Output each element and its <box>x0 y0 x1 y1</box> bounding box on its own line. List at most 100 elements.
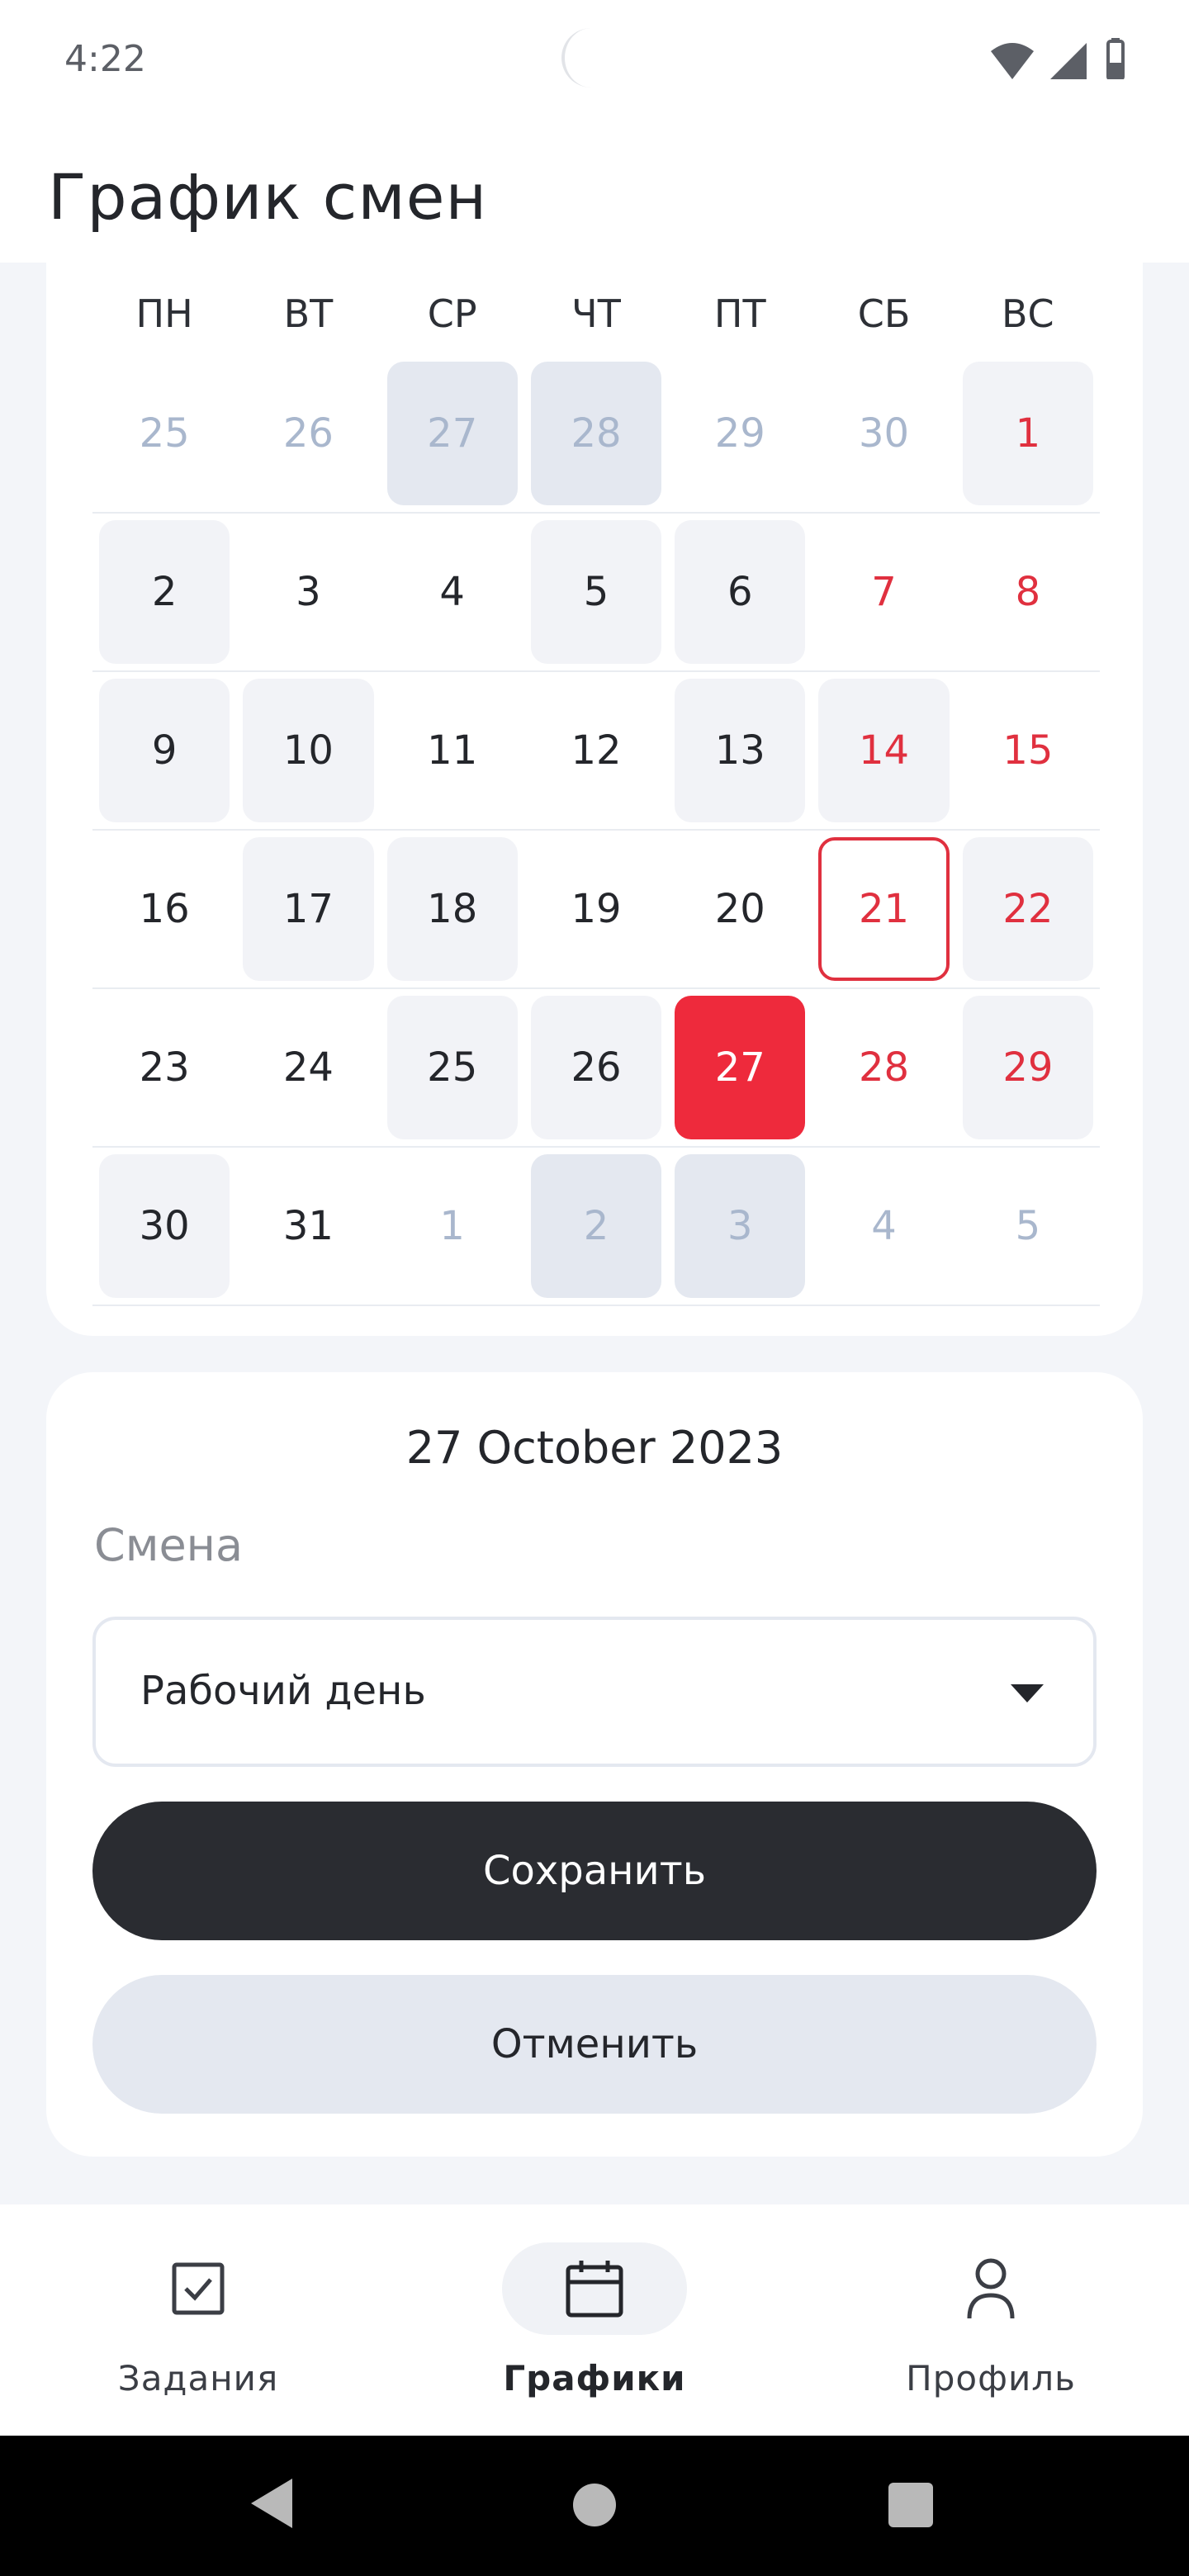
day-number: 11 <box>427 727 478 774</box>
cancel-button[interactable]: Отменить <box>92 1975 1097 2114</box>
day-number: 28 <box>859 1044 910 1091</box>
day-number: 8 <box>1015 569 1041 615</box>
calendar-day-cell[interactable]: 9 <box>92 672 236 829</box>
calendar-day-cell[interactable]: 3 <box>668 1148 812 1305</box>
day-number: 19 <box>571 886 622 932</box>
save-button[interactable]: Сохранить <box>92 1802 1097 1940</box>
cellular-signal-icon <box>1050 43 1087 79</box>
calendar-day-cell[interactable]: 28 <box>524 355 668 512</box>
calendar-day-cell[interactable]: 27 <box>381 355 524 512</box>
calendar-day-cell[interactable]: 20 <box>668 831 812 987</box>
calendar-week-row: 2 3 4 5 6 7 8 <box>92 514 1100 672</box>
day-number: 15 <box>1002 727 1054 774</box>
calendar-day-cell[interactable]: 28 <box>812 989 955 1146</box>
calendar-day-cell[interactable]: 22 <box>956 831 1100 987</box>
shift-editor-card: 27 October 2023 Смена Рабочий день Сохра… <box>46 1372 1143 2157</box>
home-icon[interactable] <box>573 2484 616 2526</box>
day-number: 22 <box>1002 886 1054 932</box>
calendar-day-cell[interactable]: 30 <box>812 355 955 512</box>
calendar-day-cell[interactable]: 3 <box>236 514 380 670</box>
calendar-day-cell[interactable]: 4 <box>812 1148 955 1305</box>
nav-label-tasks: Задания <box>117 2358 279 2398</box>
day-number: 30 <box>859 410 910 457</box>
day-number: 27 <box>427 410 478 457</box>
back-icon[interactable] <box>251 2479 292 2528</box>
calendar-day-cell[interactable]: 30 <box>92 1148 236 1305</box>
calendar-day-cell[interactable]: 11 <box>381 672 524 829</box>
calendar-day-cell[interactable]: 15 <box>956 672 1100 829</box>
calendar-day-cell[interactable]: 2 <box>524 1148 668 1305</box>
calendar-day-cell[interactable]: 31 <box>236 1148 380 1305</box>
day-number: 18 <box>427 886 478 932</box>
day-number: 5 <box>1015 1203 1041 1249</box>
calendar-day-cell[interactable]: 21 <box>812 831 955 987</box>
weekday-label: ПН <box>135 291 193 336</box>
calendar-day-cell[interactable]: 6 <box>668 514 812 670</box>
calendar-day-cell[interactable]: 5 <box>524 514 668 670</box>
calendar-card: ПН ВТ СР ЧТ ПТ СБ ВС 25 26 27 28 29 30 1 2 3 4 5 6 7… <box>46 263 1143 1336</box>
nav-icon-container <box>898 2242 1083 2335</box>
day-number: 9 <box>151 727 178 774</box>
day-number: 4 <box>439 569 465 615</box>
nav-item-schedules[interactable]: Графики <box>462 2204 727 2436</box>
calendar-day-cell[interactable]: 16 <box>92 831 236 987</box>
calendar-day-cell[interactable]: 25 <box>381 989 524 1146</box>
calendar-day-cell[interactable]: 19 <box>524 831 668 987</box>
weekday-label: ЧТ <box>571 291 621 336</box>
day-number: 1 <box>439 1203 465 1249</box>
weekday-label: СР <box>427 291 477 336</box>
calendar-day-cell[interactable]: 24 <box>236 989 380 1146</box>
recents-icon[interactable] <box>888 2483 933 2527</box>
status-time: 4:22 <box>64 38 146 80</box>
calendar-day-cell[interactable]: 25 <box>92 355 236 512</box>
page-title: График смен <box>48 160 488 234</box>
weekday-label: ПТ <box>713 291 766 336</box>
nav-label-profile: Профиль <box>906 2358 1076 2398</box>
nav-label-schedules: Графики <box>503 2358 686 2398</box>
calendar-day-cell[interactable]: 26 <box>236 355 380 512</box>
calendar-week-row: 16 17 18 19 20 21 22 <box>92 831 1100 989</box>
nav-icon-container <box>502 2242 687 2335</box>
checkbox-icon <box>172 2262 225 2315</box>
day-number: 21 <box>859 886 910 932</box>
nav-item-tasks[interactable]: Задания <box>66 2204 330 2436</box>
calendar-day-cell[interactable]: 29 <box>956 989 1100 1146</box>
nav-item-profile[interactable]: Профиль <box>859 2204 1123 2436</box>
calendar-day-cell[interactable]: 2 <box>92 514 236 670</box>
calendar-day-cell[interactable]: 1 <box>381 1148 524 1305</box>
day-number: 6 <box>727 569 753 615</box>
calendar-day-cell[interactable]: 23 <box>92 989 236 1146</box>
status-bar: 4:22 <box>0 0 1189 124</box>
day-number: 7 <box>871 569 897 615</box>
calendar-day-cell[interactable]: 12 <box>524 672 668 829</box>
calendar-day-cell[interactable]: 13 <box>668 672 812 829</box>
calendar-day-cell[interactable]: 27 <box>668 989 812 1146</box>
calendar-day-cell[interactable]: 4 <box>381 514 524 670</box>
calendar-day-cell[interactable]: 1 <box>956 355 1100 512</box>
calendar-day-cell[interactable]: 8 <box>956 514 1100 670</box>
weekday-header-row: ПН ВТ СР ЧТ ПТ СБ ВС <box>92 272 1100 355</box>
calendar-day-cell[interactable]: 10 <box>236 672 380 829</box>
day-number: 14 <box>859 727 910 774</box>
calendar-day-cell[interactable]: 7 <box>812 514 955 670</box>
nav-icon-container <box>106 2242 291 2335</box>
shift-field-label: Смена <box>94 1519 244 1571</box>
day-number: 31 <box>282 1203 334 1249</box>
day-number: 3 <box>727 1203 753 1249</box>
weekday-label: СБ <box>857 291 911 336</box>
calendar-day-cell[interactable]: 17 <box>236 831 380 987</box>
calendar-day-cell[interactable]: 29 <box>668 355 812 512</box>
day-number: 24 <box>282 1044 334 1091</box>
day-number: 2 <box>151 569 178 615</box>
calendar-week-row: 30 31 1 2 3 4 5 <box>92 1148 1100 1306</box>
calendar-day-cell[interactable]: 26 <box>524 989 668 1146</box>
day-number: 16 <box>139 886 190 932</box>
calendar-day-cell[interactable]: 14 <box>812 672 955 829</box>
day-number: 27 <box>714 1044 765 1091</box>
shift-type-select[interactable]: Рабочий день <box>92 1617 1097 1767</box>
shift-type-value: Рабочий день <box>140 1668 426 1714</box>
calendar-day-cell[interactable]: 5 <box>956 1148 1100 1305</box>
calendar-day-cell[interactable]: 18 <box>381 831 524 987</box>
bottom-navigation: Задания Графики Профиль <box>0 2204 1189 2436</box>
day-number: 23 <box>139 1044 190 1091</box>
